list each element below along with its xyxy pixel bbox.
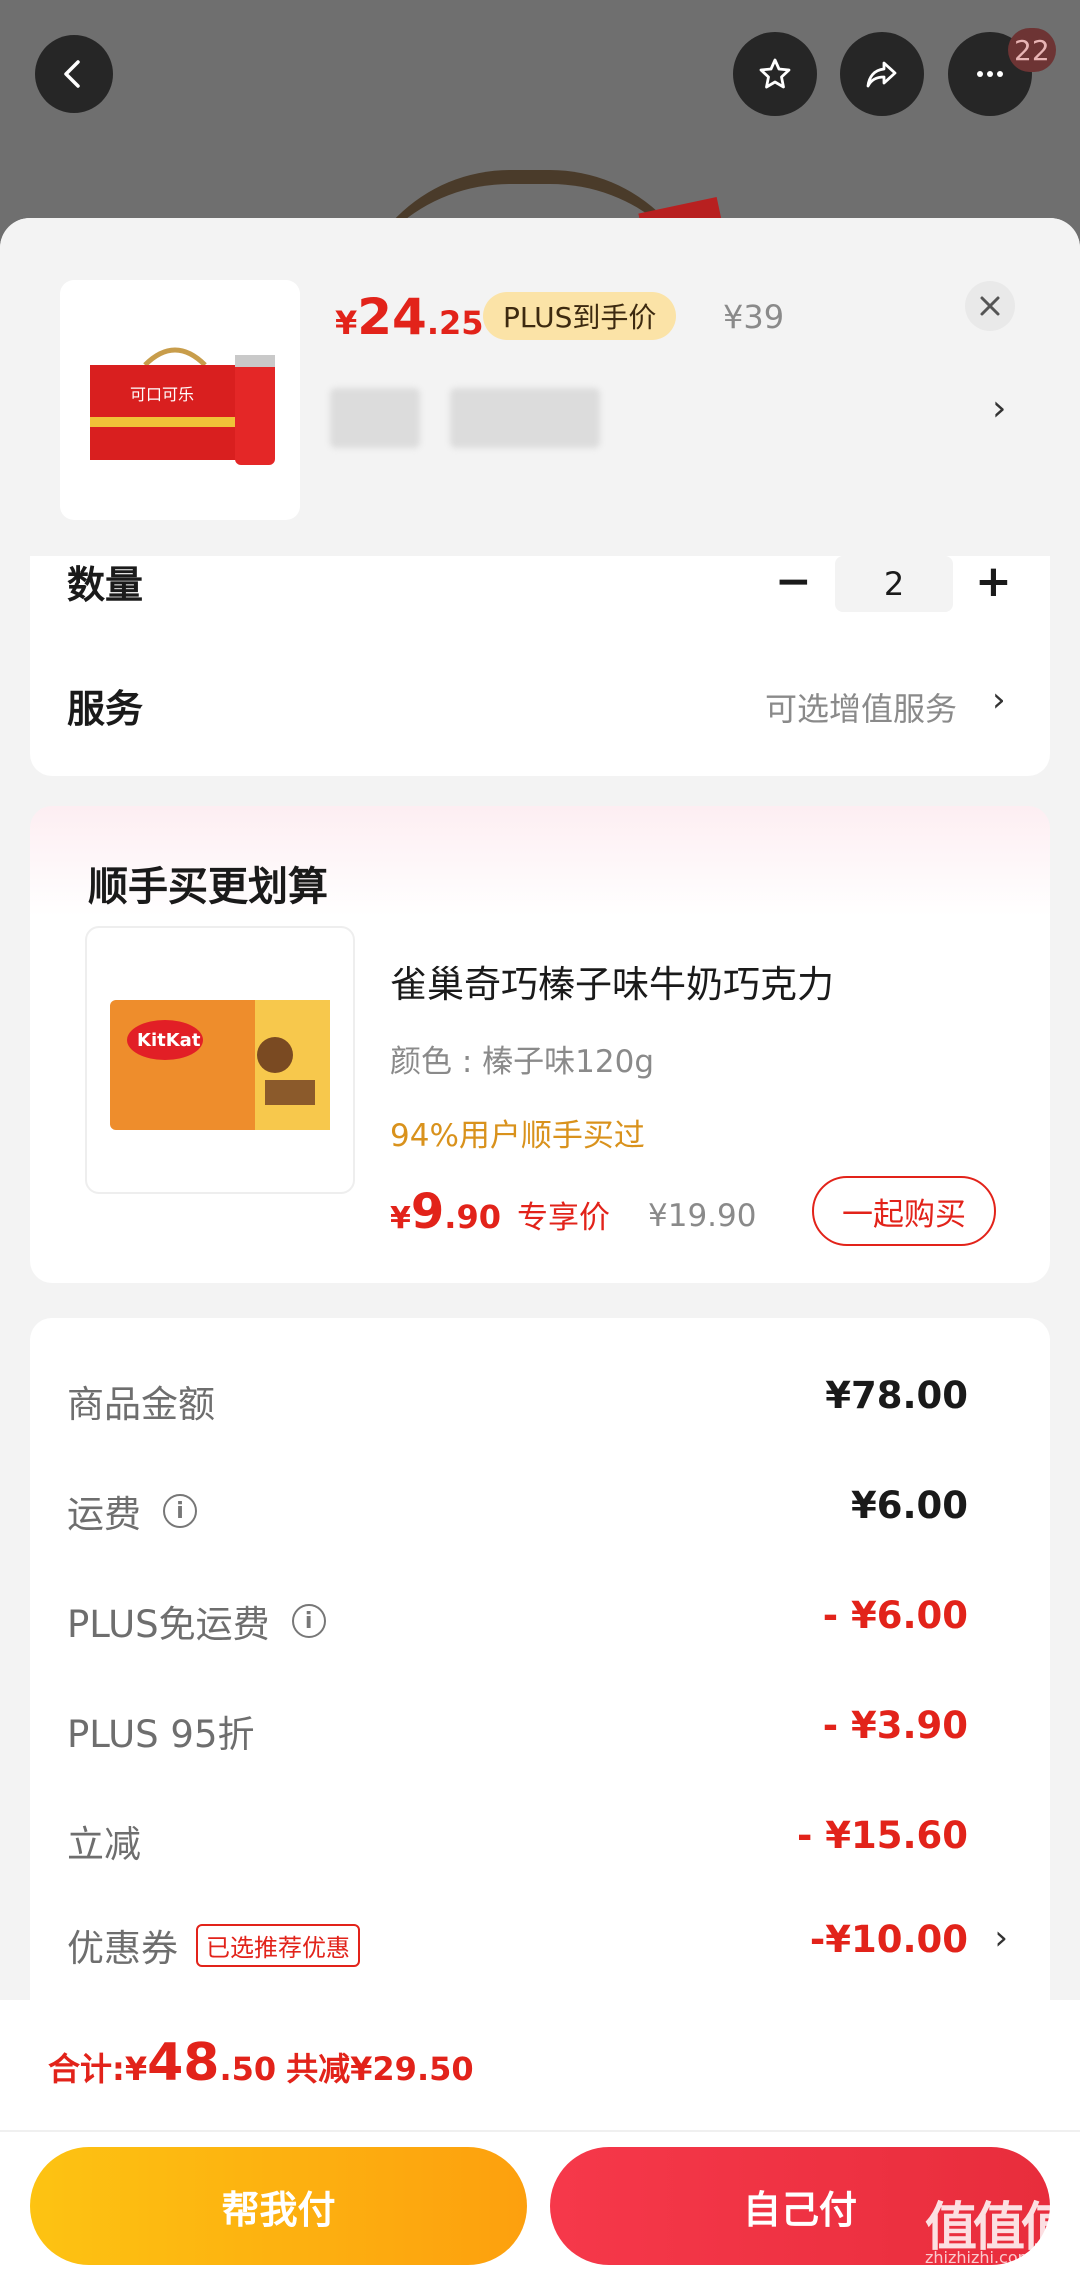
plus-price-tag: PLUS到手价 [483,292,677,340]
fee-summary-card: 商品金额 ¥78.00 运费 i ¥6.00 PLUS免运费 i - ¥6.00 P… [30,1318,1050,2078]
bottom-action-bar: 合计: ¥ 48 .50 共减¥29.50 帮我付 自己付 值值值 zhizhi… [0,2000,1080,2275]
info-icon[interactable]: i [291,1604,326,1638]
fee-label: PLUS 95折 [67,1704,255,1758]
fee-label: 优惠券 已选推荐优惠 [67,1918,360,1972]
bundle-original-price: ¥19.90 [648,1198,757,1234]
coupon-tag: 已选推荐优惠 [196,1923,360,1967]
service-value[interactable]: 可选增值服务 [765,684,957,730]
quantity-input[interactable]: 2 [835,556,953,612]
price-yen: ¥ [335,304,358,342]
favorite-button[interactable] [733,32,817,116]
bundle-price-tag: 专享价 [516,1200,610,1236]
fee-label-text: 运费 [67,1493,141,1536]
quantity-label: 数量 [67,563,144,607]
total-integer: 48 [147,2033,220,2093]
bundle-price-integer: 9 [410,1184,445,1240]
fee-row-instant-discount: 立减 - ¥15.60 [30,1814,1050,1874]
fee-row-coupon[interactable]: 优惠券 已选推荐优惠 -¥10.00 › [30,1918,1050,1978]
pay-for-me-button[interactable]: 帮我付 [30,2147,527,2265]
product-thumbnail[interactable]: 可口可乐 [60,280,300,520]
fee-value: -¥10.00 [809,1918,968,1961]
svg-text:可口可乐: 可口可乐 [130,385,194,404]
original-price: ¥39 [723,298,785,336]
fee-value: ¥6.00 [850,1484,968,1527]
total-yen: ¥ [124,2050,148,2088]
spec-arrow-icon[interactable]: › [992,388,1006,429]
fee-label: 运费 i [67,1484,197,1538]
fee-row-plus-free-shipping: PLUS免运费 i - ¥6.00 [30,1594,1050,1654]
bundle-product-image: KitKat [110,1000,330,1130]
bundle-product-name[interactable]: 雀巢奇巧榛子味牛奶巧克力 [390,954,834,1008]
fee-value: - ¥6.00 [822,1594,968,1637]
fee-row-subtotal: 商品金额 ¥78.00 [30,1374,1050,1434]
quantity-minus-button[interactable]: − [775,556,812,607]
back-button[interactable] [35,35,113,113]
fee-row-shipping: 运费 i ¥6.00 [30,1484,1050,1544]
fee-label: PLUS免运费 i [67,1594,326,1648]
watermark-url: zhizhizhi.com [925,2248,1034,2267]
close-button[interactable] [965,281,1015,331]
bundle-price: ¥ 9 .90 专享价 [390,1184,610,1240]
fee-label: 商品金额 [67,1374,215,1428]
bundle-title: 顺手买更划算 [88,864,328,910]
price-integer: 24 [357,288,427,346]
fee-label-text: 商品金额 [67,1383,215,1426]
total-decimal: .50 [219,2050,277,2088]
purchase-sheet: 可口可乐 ¥ 24 .25 PLUS到手价 ¥39 › 数量 − 2 + 服务 … [0,218,1080,2275]
top-bar: 22 [0,0,1080,238]
bundle-card: 顺手买更划算 KitKat 雀巢奇巧榛子味牛奶巧克力 颜色 : 榛子味120g … [30,806,1050,1283]
chevron-right-icon[interactable]: › [994,1918,1008,1958]
fee-value: - ¥3.90 [822,1704,968,1747]
fee-label-text: 立减 [67,1823,141,1866]
bundle-product-thumbnail[interactable]: KitKat [85,926,355,1194]
blurred-spec-text [450,388,600,448]
info-icon[interactable]: i [163,1494,197,1528]
total-label: 合计: [48,2050,125,2088]
svg-text:KitKat: KitKat [137,1030,201,1051]
chevron-right-icon[interactable]: › [992,680,1006,720]
fee-label-text: 优惠券 [67,1927,178,1970]
quantity-service-card: 数量 − 2 + 服务 可选增值服务 › [30,556,1050,776]
chevron-left-icon [64,60,80,88]
fee-row-plus-discount: PLUS 95折 - ¥3.90 [30,1704,1050,1764]
fee-label-text: PLUS免运费 [67,1603,270,1646]
share-button[interactable] [840,32,924,116]
notification-badge: 22 [1008,28,1056,72]
total-summary: 合计: ¥ 48 .50 共减¥29.50 [48,2033,474,2093]
fee-value: - ¥15.60 [796,1814,968,1857]
divider [0,2130,1080,2132]
bundle-product-color: 颜色 : 榛子味120g [390,1044,654,1080]
more-dots-icon [977,71,1003,77]
bundle-price-decimal: .90 [444,1198,501,1236]
fee-label: 立减 [67,1814,141,1868]
product-image: 可口可乐 [90,347,275,465]
price-decimal: .25 [426,304,484,342]
close-icon [980,296,1000,316]
fee-value: ¥78.00 [825,1374,968,1417]
fee-label-text: PLUS 95折 [67,1713,255,1756]
bundle-buy-rate: 94%用户顺手买过 [390,1118,645,1154]
buy-together-button[interactable]: 一起购买 [812,1176,996,1246]
star-icon [759,58,791,89]
product-price: ¥ 24 .25 [335,288,484,346]
product-header: 可口可乐 ¥ 24 .25 PLUS到手价 ¥39 › [0,218,1080,556]
blurred-spec-text [330,388,420,448]
service-label: 服务 [67,687,144,731]
total-savings: 共减¥29.50 [286,2050,474,2088]
quantity-plus-button[interactable]: + [975,556,1012,607]
bundle-price-yen: ¥ [390,1201,411,1236]
share-icon [866,61,897,88]
